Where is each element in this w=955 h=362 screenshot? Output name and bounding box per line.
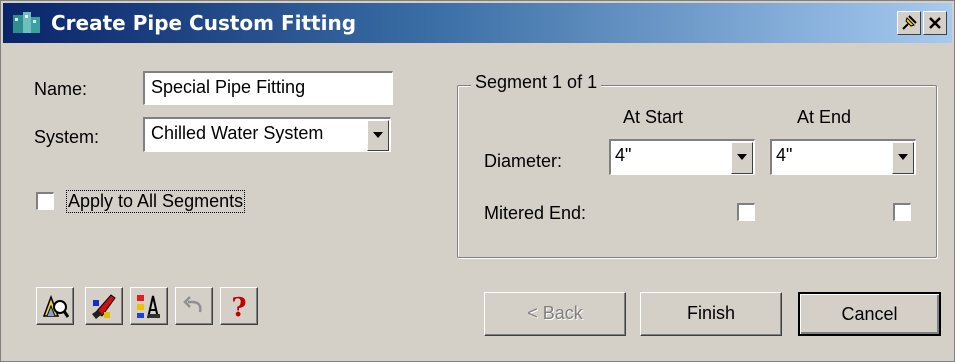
- close-button[interactable]: [923, 11, 947, 35]
- mitered-end-label: Mitered End:: [484, 203, 587, 223]
- title-bar[interactable]: Create Pipe Custom Fitting: [3, 3, 952, 43]
- find-button[interactable]: [36, 287, 74, 325]
- name-input[interactable]: Special Pipe Fitting: [143, 71, 393, 105]
- back-button[interactable]: < Back: [484, 292, 626, 336]
- dialog-window: Create Pipe Custom Fitting Name: Special…: [0, 0, 955, 362]
- app-icon: [12, 11, 42, 35]
- system-label: System:: [34, 127, 100, 147]
- diameter-end-select[interactable]: 4": [770, 139, 916, 175]
- mitered-end-checkbox[interactable]: [893, 203, 911, 221]
- chevron-down-icon[interactable]: [367, 120, 389, 151]
- find-icon: [42, 294, 69, 318]
- diameter-start-select[interactable]: 4": [609, 139, 755, 175]
- diameter-label: Diameter:: [484, 151, 563, 171]
- pin-icon: [902, 15, 917, 30]
- pin-button[interactable]: [897, 11, 921, 35]
- svg-text:?: ?: [231, 293, 246, 320]
- segment-group-title: Segment 1 of 1: [471, 72, 602, 93]
- help-button[interactable]: ?: [220, 287, 258, 325]
- finish-button[interactable]: Finish: [640, 292, 782, 336]
- properties-button[interactable]: [130, 287, 168, 325]
- style-button[interactable]: [85, 287, 123, 325]
- diameter-start-value: 4": [615, 145, 632, 165]
- properties-icon: [137, 295, 160, 319]
- name-label: Name:: [34, 79, 88, 99]
- at-end-header: At End: [797, 107, 852, 127]
- diameter-end-value: 4": [776, 145, 793, 165]
- window-title: Create Pipe Custom Fitting: [51, 11, 357, 35]
- help-icon: ?: [231, 293, 246, 320]
- undo-icon: [183, 296, 202, 313]
- system-select-value: Chilled Water System: [151, 123, 324, 143]
- mitered-start-checkbox[interactable]: [737, 203, 755, 221]
- system-select[interactable]: Chilled Water System: [143, 117, 391, 152]
- style-icon: [92, 294, 116, 319]
- apply-all-checkbox[interactable]: [36, 192, 54, 210]
- close-icon: [929, 17, 941, 29]
- undo-button[interactable]: [175, 287, 213, 325]
- chevron-down-icon[interactable]: [731, 142, 753, 174]
- at-start-header: At Start: [623, 107, 684, 127]
- apply-all-label[interactable]: Apply to All Segments: [65, 190, 246, 213]
- cancel-button[interactable]: Cancel: [798, 292, 941, 336]
- chevron-down-icon[interactable]: [892, 142, 914, 174]
